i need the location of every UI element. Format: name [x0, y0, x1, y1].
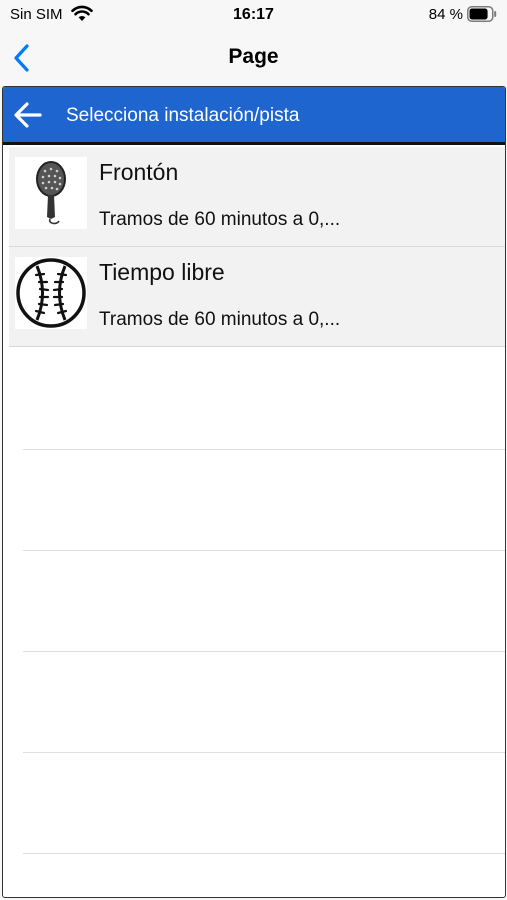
item-title: Frontón [99, 159, 179, 185]
list-divider [23, 651, 505, 652]
header-title: Selecciona instalación/pista [66, 105, 300, 126]
item-subtitle: Tramos de 60 minutos a 0,... [99, 209, 341, 230]
list-item-tiempo-libre[interactable]: Tiempo libre Tramos de 60 minutos a 0,..… [9, 247, 505, 347]
battery-icon [467, 6, 497, 22]
list-divider [23, 449, 505, 450]
list-item-fronton[interactable]: Frontón Tramos de 60 minutos a 0,... [9, 147, 505, 247]
item-title: Tiempo libre [99, 259, 225, 285]
list-divider [23, 853, 505, 854]
app-header: Selecciona instalación/pista [3, 87, 505, 145]
list-divider [23, 752, 505, 753]
battery-percentage: 84 % [428, 6, 463, 23]
content-area: Selecciona instalación/pista Frontón Tra [0, 86, 507, 900]
page-title: Page [228, 45, 279, 68]
item-subtitle: Tramos de 60 minutos a 0,... [99, 309, 341, 330]
webview-frame: Selecciona instalación/pista Frontón Tra [2, 86, 506, 898]
list-divider [23, 550, 505, 551]
arrow-left-icon[interactable] [13, 101, 43, 129]
navigation-bar: Page [0, 30, 507, 86]
status-bar: Sin SIM 16:17 84 % [0, 0, 507, 30]
baseball-icon [15, 257, 87, 329]
paddle-racket-icon [15, 157, 87, 229]
